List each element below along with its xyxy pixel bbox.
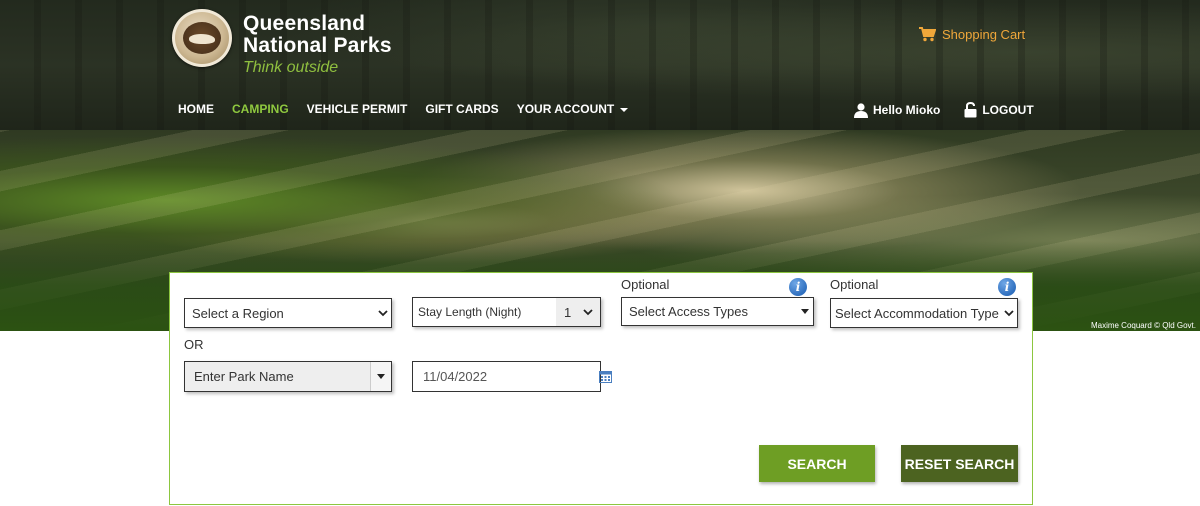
arrival-date-input[interactable] (413, 369, 599, 384)
stay-length-control: Stay Length (Night) 1 (412, 297, 601, 327)
nav-item-your-account[interactable]: YOUR ACCOUNT (517, 102, 629, 116)
caret-down-icon (620, 107, 629, 112)
brand-tagline: Think outside (243, 59, 339, 76)
unlock-icon (964, 102, 977, 118)
stay-length-label: Stay Length (Night) (418, 305, 522, 319)
arrival-date-field (412, 361, 612, 392)
stay-length-select[interactable]: 1 (556, 298, 600, 326)
logo-animal (189, 34, 215, 44)
accommodation-type-select[interactable]: Select Accommodation Type (830, 298, 1018, 328)
user-greeting[interactable]: Hello Mioko (854, 102, 941, 118)
logout-link[interactable]: LOGOUT (964, 102, 1034, 118)
region-select-value: Select a Region (192, 305, 284, 321)
accommodation-type-value: Select Accommodation Type (835, 305, 999, 321)
park-name-input[interactable] (185, 362, 370, 391)
site-header: Queensland National Parks Think outside … (0, 0, 1200, 130)
nav-item-your-account-label: YOUR ACCOUNT (516, 102, 615, 116)
brand-name-line1: Queensland (243, 12, 366, 35)
access-types-value: Select Access Types (629, 304, 748, 319)
access-types-select[interactable]: Select Access Types (621, 297, 814, 326)
user-icon (854, 102, 868, 118)
access-optional-label: Optional (621, 277, 670, 292)
accommodation-optional-label: Optional (830, 277, 879, 292)
info-icon[interactable]: i (998, 278, 1016, 296)
park-dropdown-button[interactable] (370, 362, 391, 391)
reset-search-button[interactable]: RESET SEARCH (901, 445, 1018, 482)
campsite-search-panel: Select a Region Stay Length (Night) 1 Op… (169, 272, 1033, 505)
info-icon[interactable]: i (789, 278, 807, 296)
shopping-cart-icon (919, 27, 936, 42)
nav-item-camping[interactable]: CAMPING (232, 102, 289, 116)
photo-credit: Maxime Coquard © Qld Govt. (1090, 321, 1196, 330)
park-name-combobox (184, 361, 392, 392)
user-area: Hello Mioko LOGOUT (854, 102, 1034, 118)
stay-length-value: 1 (564, 304, 572, 320)
nav-item-home[interactable]: HOME (178, 102, 214, 116)
chevron-down-icon (375, 309, 391, 317)
logout-label: LOGOUT (982, 103, 1034, 117)
calendar-icon[interactable] (599, 370, 612, 383)
shopping-cart-link[interactable]: Shopping Cart (919, 27, 1025, 42)
shopping-cart-label: Shopping Cart (942, 27, 1026, 42)
brand-logo-text[interactable]: Queensland National Parks Think outside (243, 13, 392, 77)
search-button[interactable]: SEARCH (759, 445, 875, 482)
nav-item-vehicle-permit[interactable]: VEHICLE PERMIT (307, 102, 408, 116)
user-greeting-label: Hello Mioko (873, 103, 941, 117)
caret-down-icon (377, 374, 385, 379)
nav-item-gift-cards[interactable]: GIFT CARDS (425, 102, 498, 116)
brand-name-line2: National Parks (243, 34, 392, 57)
or-label: OR (184, 337, 204, 352)
caret-down-icon (797, 309, 813, 314)
region-select[interactable]: Select a Region (184, 298, 392, 328)
chevron-down-icon (583, 308, 593, 315)
main-nav: HOME CAMPING VEHICLE PERMIT GIFT CARDS Y… (178, 102, 629, 116)
qpws-logo-icon[interactable] (172, 9, 232, 67)
chevron-down-icon (1001, 309, 1017, 317)
